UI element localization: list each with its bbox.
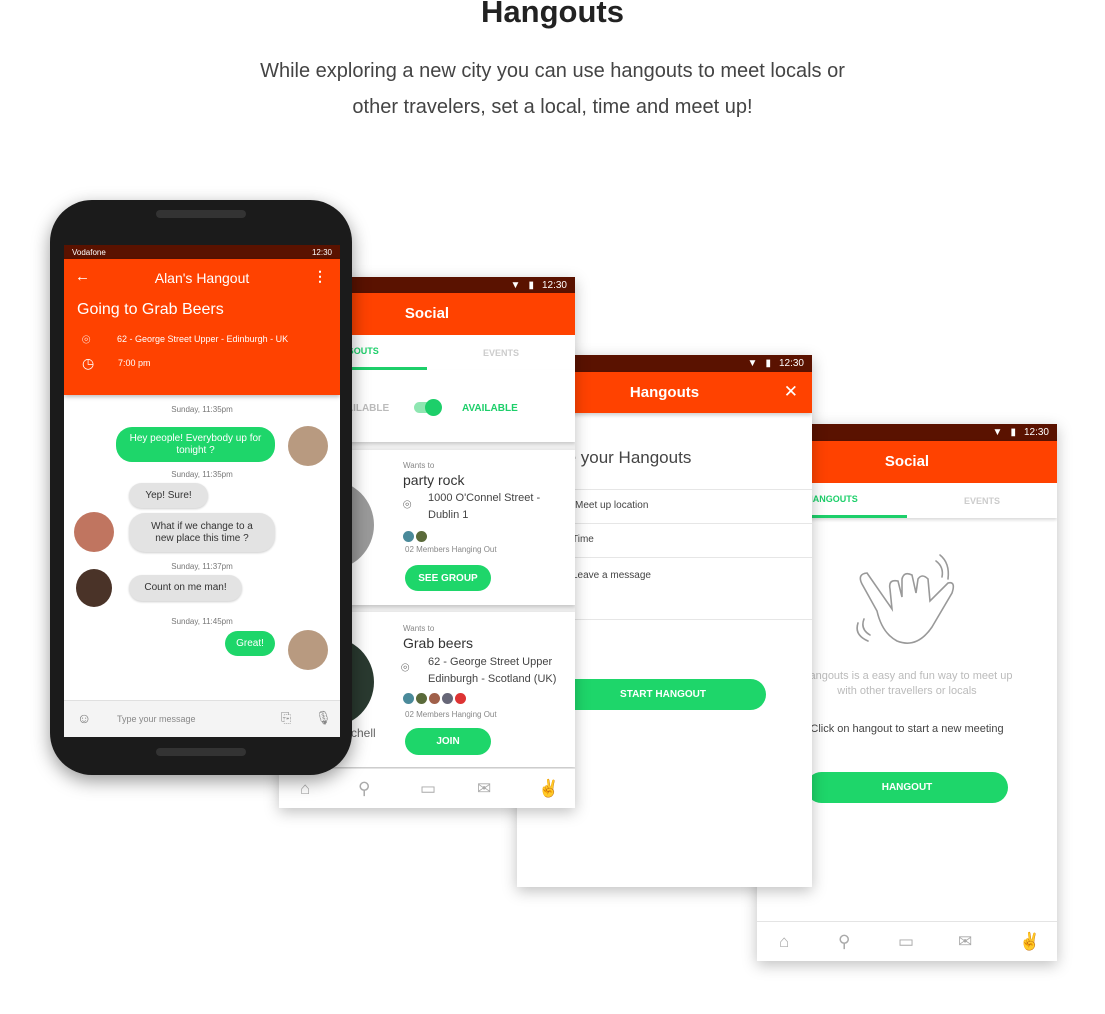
location-pin-icon: ⌾	[82, 331, 91, 347]
available-label: AVAILABLE	[462, 403, 518, 414]
mail-icon[interactable]: ✉	[958, 932, 972, 952]
location-pin-icon: ⌾	[403, 496, 412, 512]
shaka-hand-icon	[856, 554, 955, 644]
wants-to-label: Wants to	[403, 624, 435, 633]
address-line-2: Edinburgh - Scotland (UK)	[428, 673, 557, 685]
members-count: 02 Members Hanging Out	[405, 710, 497, 719]
status-time: 12:30	[1023, 427, 1049, 438]
home-icon[interactable]: ⌂	[779, 932, 789, 952]
hangout-button[interactable]: HANGOUT	[806, 772, 1008, 803]
address-line-1: 1000 O'Connel Street -	[428, 492, 541, 504]
battery-icon: ▮	[528, 280, 534, 291]
hangout-hand-icon[interactable]: ✌	[538, 779, 559, 799]
member-avatars	[403, 691, 468, 709]
subtitle-line-1: While exploring a new city you can use h…	[260, 60, 845, 82]
microphone-icon[interactable]: 🎙	[315, 710, 332, 726]
hangout-hand-icon[interactable]: ✌	[1019, 932, 1040, 952]
bottom-nav: ⌂ ⚲ ▭ ✉ ✌	[757, 921, 1057, 961]
members-count: 02 Members Hanging Out	[405, 545, 497, 554]
sofa-icon[interactable]: ▭	[898, 932, 914, 952]
speaker-grille	[156, 748, 246, 756]
mail-icon[interactable]: ✉	[477, 779, 491, 799]
activity-title: Grab beers	[403, 635, 474, 651]
status-time: 12:30	[778, 358, 804, 369]
address-line-1: 62 - George Street Upper	[428, 656, 553, 668]
hangout-time: 7:00 pm	[118, 358, 151, 368]
bottom-nav: ⌂ ⚲ ▭ ✉ ✌	[279, 768, 575, 808]
home-icon[interactable]: ⌂	[300, 779, 310, 799]
hangout-heading: Going to Grab Beers	[77, 301, 224, 318]
timestamp: Sunday, 11:35pm	[171, 405, 233, 414]
tab-events[interactable]: EVENTS	[907, 483, 1057, 518]
status-bar: Vodafone 12:30	[64, 245, 340, 259]
more-options-icon[interactable]: ⋮	[313, 268, 327, 285]
message-input-bar: ☺ Type your message ⎘ 🎙	[64, 700, 340, 737]
location-pin-icon: ⌾	[401, 659, 410, 675]
wifi-icon: ▼	[510, 280, 521, 291]
emoji-icon[interactable]: ☺	[77, 710, 91, 726]
message-bubble: What if we change to a new place this ti…	[129, 513, 275, 552]
battery-icon: ▮	[765, 358, 771, 369]
user-avatar	[288, 426, 328, 466]
timestamp: Sunday, 11:37pm	[171, 562, 233, 571]
activity-title: party rock	[403, 472, 465, 488]
chat-header: ← Alan's Hangout ⋮ Going to Grab Beers ⌾…	[64, 259, 340, 395]
address-line-2: Dublin 1	[428, 509, 469, 521]
wifi-icon: ▼	[747, 358, 758, 369]
message-input[interactable]: Type your message	[117, 714, 196, 724]
clock-icon: ◷	[82, 355, 95, 371]
see-group-button[interactable]: SEE GROUP	[405, 565, 491, 591]
wants-to-label: Wants to	[403, 461, 435, 470]
timestamp: Sunday, 11:35pm	[171, 470, 233, 479]
user-avatar	[288, 630, 328, 670]
carrier-name: Vodafone	[72, 247, 106, 257]
hangout-address: 62 - George Street Upper - Edinburgh - U…	[117, 334, 289, 344]
message-bubble: Yep! Sure!	[129, 483, 208, 508]
chat-screen: Vodafone 12:30 ← Alan's Hangout ⋮ Going t…	[64, 245, 340, 737]
search-icon[interactable]: ⚲	[838, 932, 850, 952]
timestamp: Sunday, 11:45pm	[171, 617, 233, 626]
chat-title: Alan's Hangout	[154, 270, 250, 286]
search-icon[interactable]: ⚲	[358, 779, 370, 799]
status-time: 12:30	[311, 247, 332, 257]
speaker-grille	[156, 210, 246, 218]
join-button[interactable]: JOIN	[405, 728, 491, 755]
user-avatar	[76, 569, 112, 607]
message-bubble: Count on me man!	[129, 575, 242, 601]
tab-events[interactable]: EVENTS	[427, 335, 575, 370]
sofa-icon[interactable]: ▭	[420, 779, 436, 799]
battery-icon: ▮	[1010, 427, 1016, 438]
availability-toggle[interactable]	[414, 399, 442, 416]
close-icon[interactable]: ✕	[784, 382, 798, 402]
wifi-icon: ▼	[992, 427, 1003, 438]
message-bubble: Hey people! Everybody up for tonight ?	[116, 427, 275, 462]
subtitle-line-2: other travelers, set a local, time and m…	[352, 96, 753, 118]
status-time: 12:30	[541, 280, 567, 291]
message-bubble: Great!	[225, 631, 275, 656]
start-hangout-button[interactable]: START HANGOUT	[560, 679, 766, 710]
attachment-icon[interactable]: ⎘	[281, 710, 291, 726]
user-avatar	[74, 512, 114, 552]
page-title: Hangouts	[481, 0, 624, 29]
